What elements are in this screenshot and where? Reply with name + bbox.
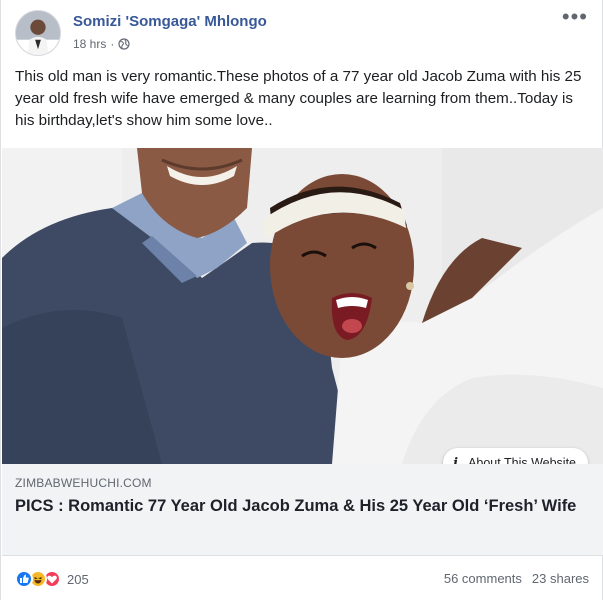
link-title[interactable]: PICS : Romantic 77 Year Old Jacob Zuma &… — [15, 495, 585, 517]
author-avatar[interactable] — [15, 10, 61, 56]
link-preview-caption[interactable]: ZIMBABWEHUCHI.COM PICS : Romantic 77 Yea… — [2, 464, 603, 556]
like-icon — [15, 570, 33, 588]
meta-separator: · — [110, 37, 115, 51]
author-name-link[interactable]: Somizi 'Somgaga' Mhlongo — [73, 13, 267, 30]
globe-icon[interactable] — [118, 38, 130, 50]
shares-count-link[interactable]: 23 shares — [532, 571, 589, 586]
engagement-stats: 56 comments 23 shares — [444, 571, 589, 586]
avatar-image — [16, 11, 60, 55]
link-domain: ZIMBABWEHUCHI.COM — [15, 476, 152, 490]
post-meta: 18 hrs · — [73, 37, 130, 51]
post-card: Somizi 'Somgaga' Mhlongo 18 hrs · ••• Th… — [0, 0, 603, 600]
post-timestamp[interactable]: 18 hrs — [73, 37, 106, 51]
link-preview-image[interactable] — [2, 148, 603, 464]
photo-illustration — [2, 148, 603, 464]
more-options-icon[interactable]: ••• — [562, 6, 588, 28]
post-text: This old man is very romantic.These phot… — [15, 68, 582, 129]
reaction-count: 205 — [67, 571, 89, 587]
reactions-summary[interactable]: 205 — [15, 570, 89, 588]
post-footer: 205 56 comments 23 shares — [2, 560, 603, 600]
comments-count-link[interactable]: 56 comments — [444, 571, 522, 586]
